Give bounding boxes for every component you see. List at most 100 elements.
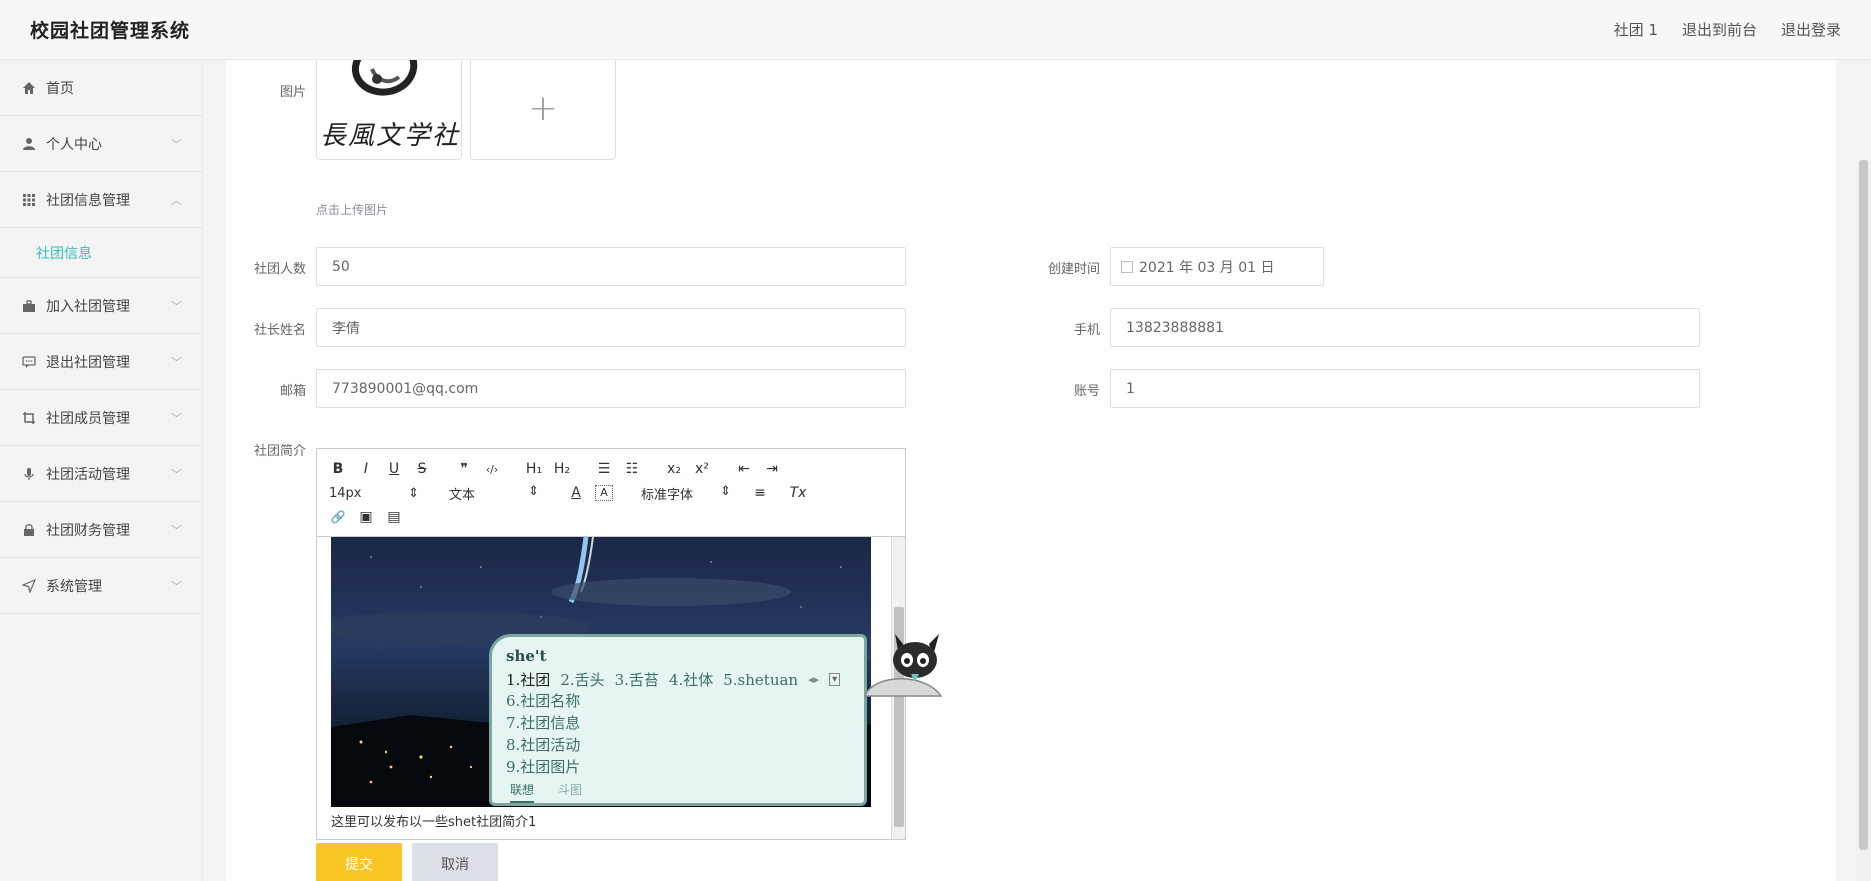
video-button[interactable]: ▤ [385,509,403,525]
sidebar-item-label: 社团成员管理 [46,410,130,427]
chevron-up-icon: ︿ [171,193,182,207]
ime-panel: she't 1.社团 2.舌头 3.舌苔 4.社体 5.shetuan ◂▸ ▾… [489,634,867,806]
members-input[interactable]: 50 [316,247,906,286]
sidebar-item-finance[interactable]: 社团财务管理 ﹀ [0,502,202,558]
sidebar-item-label: 退出社团管理 [46,354,130,371]
email-label: 邮箱 [279,384,306,399]
ime-candidate[interactable]: 3.舌苔 [615,669,659,690]
h1-button[interactable]: H₁ [525,461,543,477]
ime-candidate[interactable]: 9.社团图片 [506,756,854,778]
upload-hint[interactable]: 点击上传图片 [316,201,388,218]
account-input[interactable]: 1 [1110,369,1700,408]
select-arrows-icon: ⇕ [528,483,539,499]
bold-button[interactable]: B [329,461,347,477]
font-color-button[interactable]: A [567,485,585,501]
code-button[interactable]: ‹/› [483,463,501,476]
sidebar-item-label: 首页 [46,80,74,97]
superscript-button[interactable]: x² [693,461,711,477]
sidebar-item-activities[interactable]: 社团活动管理 ﹀ [0,446,202,502]
created-date-value: 2021 年 03 月 01 日 [1139,259,1275,276]
ime-composition: she't [506,647,547,665]
uploaded-logo-image[interactable]: 長風文学社 [316,56,462,160]
form-panel: 图片 長風文学社 + 点击上传图片 社团人数 50 创建时间 2021 年 03… [226,56,1836,881]
ime-tabs: 联想 斗图 [492,781,864,803]
sidebar-subitem-club-info[interactable]: 社团信息 [0,228,202,278]
chevron-down-icon: ﹀ [171,523,182,537]
indent-button[interactable]: ⇥ [763,461,781,477]
subscript-button[interactable]: x₂ [665,461,683,477]
phone-input[interactable]: 13823888881 [1110,308,1700,347]
sidebar-item-label: 社团活动管理 [46,466,130,483]
ime-candidate[interactable]: 4.社体 [669,669,713,690]
sidebar-item-label: 加入社团管理 [46,298,130,315]
leader-input[interactable]: 李倩 [316,308,906,347]
sidebar-item-club-info[interactable]: 社团信息管理 ︿ [0,172,202,228]
strike-button[interactable]: S [413,461,431,477]
quote-button[interactable]: ❞ [455,461,473,477]
image-button[interactable]: ▣ [357,509,375,525]
select-arrows-icon: ⇕ [408,485,419,501]
background-color-button[interactable]: A [595,485,613,501]
ime-more-candidates: 6.社团名称 7.社团信息 8.社团活动 9.社团图片 [506,690,854,778]
intro-label: 社团简介 [253,444,306,459]
created-date-input[interactable]: 2021 年 03 月 01 日 [1110,247,1324,286]
created-label: 创建时间 [1047,262,1100,277]
text-style-value: 文本 [449,487,476,503]
ime-tab-sticker[interactable]: 斗图 [558,781,582,803]
sidebar-item-system[interactable]: 系统管理 ﹀ [0,558,202,614]
editor-body-text: 这里可以发布以一些shet社团简介1 [331,815,537,830]
phone-label: 手机 [1073,323,1100,338]
ime-candidate[interactable]: 1.社团 [506,669,550,690]
sidebar: 首页 个人中心 ﹀ 社团信息管理 ︿ 社团信息 加入社团管理 ﹀ 退出社团管理 … [0,60,203,881]
ime-candidate[interactable]: 7.社团信息 [506,712,854,734]
sidebar-item-personal[interactable]: 个人中心 ﹀ [0,116,202,172]
ime-candidate[interactable]: 8.社团活动 [506,734,854,756]
chevron-down-icon: ﹀ [171,355,182,369]
ime-page-arrows-icon[interactable]: ◂▸ [808,673,819,686]
top-bar: 校园社团管理系统 社团 1 退出到前台 退出登录 [0,0,1871,60]
ime-expand-icon[interactable]: ▾ [829,673,841,686]
font-size-select[interactable]: 14px ⇕ [329,486,419,501]
align-button[interactable]: ≡ [751,485,769,501]
ime-tab-associate[interactable]: 联想 [510,781,535,803]
sidebar-item-label: 社团财务管理 [46,522,130,539]
sidebar-item-members[interactable]: 社团成员管理 ﹀ [0,390,202,446]
font-family-select[interactable]: 标准字体 ⇕ [641,484,731,503]
email-input[interactable]: 773890001@qq.com [316,369,906,408]
h2-button[interactable]: H₂ [553,461,571,477]
sidebar-item-quit[interactable]: 退出社团管理 ﹀ [0,334,202,390]
ime-candidate[interactable]: 5.shetuan [723,671,798,689]
page-scroll-thumb[interactable] [1859,160,1868,850]
chevron-down-icon: ﹀ [171,299,182,313]
bullet-list-button[interactable]: ☷ [623,461,641,477]
ime-candidates: 1.社团 2.舌头 3.舌苔 4.社体 5.shetuan ◂▸ ▾ [506,669,854,690]
text-style-select[interactable]: 文本 ⇕ [449,484,539,503]
club-account-link[interactable]: 社团 1 [1614,19,1658,40]
page-scrollbar[interactable] [1856,160,1871,881]
sidebar-item-label: 个人中心 [46,136,102,153]
underline-button[interactable]: U [385,461,403,477]
back-to-front-link[interactable]: 退出到前台 [1682,19,1757,40]
chevron-down-icon: ﹀ [171,411,182,425]
microphone-icon [20,465,38,483]
italic-button[interactable]: I [357,461,375,477]
add-image-button[interactable]: + [470,56,616,160]
account-label: 账号 [1073,384,1100,399]
lock-icon [20,521,38,539]
outdent-button[interactable]: ⇤ [735,461,753,477]
grid-icon [20,191,38,209]
ime-candidate[interactable]: 2.舌头 [560,669,604,690]
ime-candidate[interactable]: 6.社团名称 [506,690,854,712]
leader-label: 社长姓名 [253,323,306,338]
link-button[interactable]: 🔗 [329,510,347,524]
clear-format-button[interactable]: Tx [789,485,807,501]
cancel-button[interactable]: 取消 [412,843,498,881]
chat-icon [20,353,38,371]
ordered-list-button[interactable]: ☰ [595,461,613,477]
user-icon [20,135,38,153]
submit-button[interactable]: 提交 [316,843,402,881]
sidebar-item-label: 社团信息管理 [46,192,130,209]
sidebar-item-home[interactable]: 首页 [0,60,202,116]
sidebar-item-join[interactable]: 加入社团管理 ﹀ [0,278,202,334]
logout-link[interactable]: 退出登录 [1781,19,1841,40]
